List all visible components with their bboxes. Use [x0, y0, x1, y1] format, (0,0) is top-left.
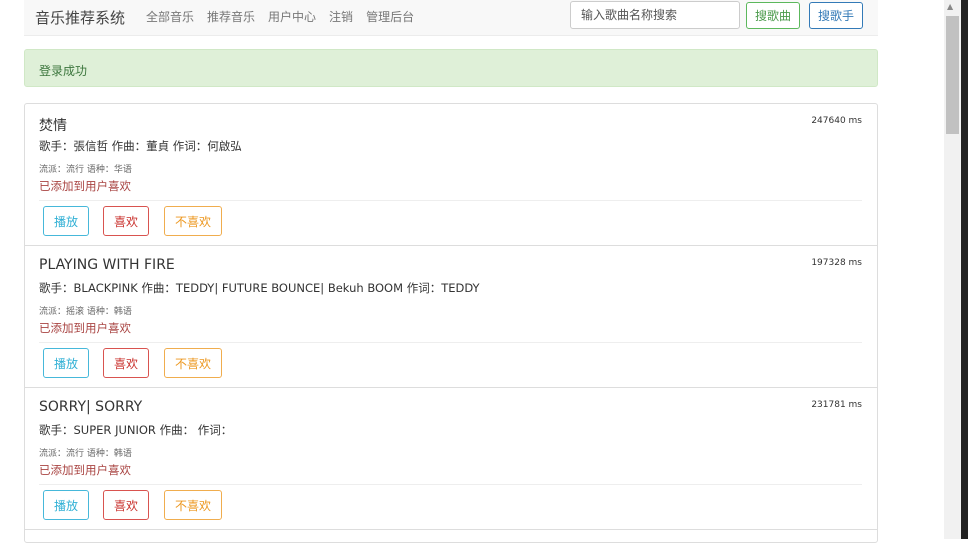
- added-to-favorites-status: 已添加到用户喜欢: [39, 463, 131, 477]
- scrollbar-thumb[interactable]: [946, 16, 959, 134]
- navbar: 音乐推荐系统 全部音乐 推荐音乐 用户中心 注销 管理后台 搜歌曲 搜歌手: [24, 0, 878, 36]
- scroll-up-arrow-icon[interactable]: ▲: [947, 2, 953, 11]
- song-credits: 歌手：SUPER JUNIOR 作曲： 作词：: [39, 423, 233, 437]
- like-button[interactable]: 喜欢: [103, 206, 149, 236]
- song-title: 焚情: [39, 118, 67, 134]
- search-singer-button[interactable]: 搜歌手: [809, 2, 864, 29]
- song-item: PLAYING WITH FIRE 197328 ms 歌手：BLACKPINK…: [25, 246, 877, 388]
- divider: [39, 342, 862, 343]
- divider: [39, 484, 862, 485]
- search-input[interactable]: [570, 1, 740, 29]
- nav-links: 全部音乐 推荐音乐 用户中心 注销 管理后台: [146, 8, 427, 25]
- added-to-favorites-status: 已添加到用户喜欢: [39, 321, 131, 335]
- dislike-button[interactable]: 不喜欢: [164, 490, 222, 520]
- song-item: 焚情 247640 ms 歌手：張信哲 作曲：董貞 作词：何啟弘 流派：流行 语…: [25, 104, 877, 246]
- song-title: PLAYING WITH FIRE: [39, 257, 175, 273]
- song-list: 焚情 247640 ms 歌手：張信哲 作曲：董貞 作词：何啟弘 流派：流行 语…: [24, 103, 878, 543]
- dislike-button[interactable]: 不喜欢: [164, 206, 222, 236]
- song-genre-language: 流派：流行 语种：韩语: [39, 449, 132, 459]
- play-button[interactable]: 播放: [43, 490, 89, 520]
- song-genre-language: 流派：流行 语种：华语: [39, 165, 132, 175]
- nav-logout[interactable]: 注销: [329, 8, 353, 25]
- song-duration: 231781 ms: [811, 400, 862, 410]
- window-edge: [961, 0, 968, 539]
- search-song-button[interactable]: 搜歌曲: [746, 2, 801, 29]
- like-button[interactable]: 喜欢: [103, 348, 149, 378]
- song-credits: 歌手：張信哲 作曲：董貞 作词：何啟弘: [39, 139, 242, 153]
- song-duration: 197328 ms: [811, 258, 862, 268]
- like-button[interactable]: 喜欢: [103, 490, 149, 520]
- nav-user-center[interactable]: 用户中心: [268, 8, 316, 25]
- song-credits: 歌手：BLACKPINK 作曲：TEDDY| FUTURE BOUNCE| Be…: [39, 281, 480, 295]
- login-success-alert: 登录成功: [24, 49, 878, 87]
- brand-title[interactable]: 音乐推荐系统: [35, 7, 125, 28]
- song-item: SORRY| SORRY 231781 ms 歌手：SUPER JUNIOR 作…: [25, 388, 877, 530]
- dislike-button[interactable]: 不喜欢: [164, 348, 222, 378]
- added-to-favorites-status: 已添加到用户喜欢: [39, 179, 131, 193]
- song-duration: 247640 ms: [811, 116, 862, 126]
- nav-all-music[interactable]: 全部音乐: [146, 8, 194, 25]
- divider: [39, 200, 862, 201]
- nav-recommended-music[interactable]: 推荐音乐: [207, 8, 255, 25]
- play-button[interactable]: 播放: [43, 206, 89, 236]
- song-genre-language: 流派：摇滚 语种：韩语: [39, 307, 132, 317]
- song-title: SORRY| SORRY: [39, 399, 143, 415]
- nav-admin[interactable]: 管理后台: [366, 8, 414, 25]
- alert-message: 登录成功: [39, 64, 88, 78]
- play-button[interactable]: 播放: [43, 348, 89, 378]
